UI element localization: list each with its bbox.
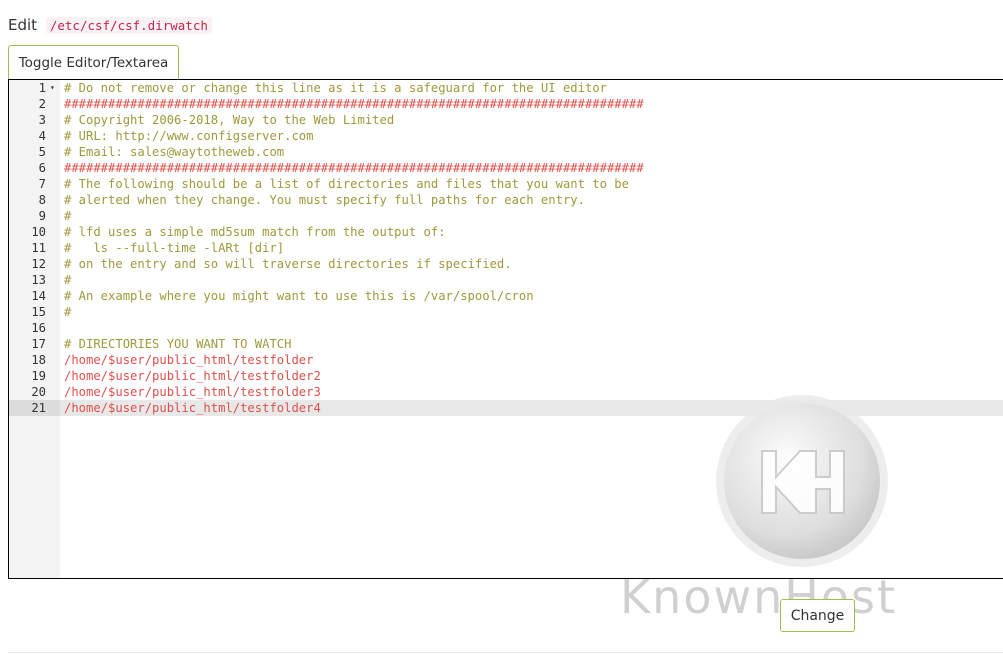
code-line[interactable]: 12 # on the entry and so will traverse di… (9, 256, 1003, 272)
code-line[interactable]: 20/home/$user/public_html/testfolder3 (9, 384, 1003, 400)
toggle-editor-button[interactable]: Toggle Editor/Textarea (8, 45, 179, 79)
line-number: 6 (38, 161, 46, 175)
code-line[interactable]: 21/home/$user/public_html/testfolder4 (9, 400, 1003, 416)
code-text: # (64, 305, 72, 319)
code-text: # Email: sales@waytotheweb.com (64, 145, 285, 159)
code-text: # An example where you might want to use… (64, 289, 534, 303)
code-line[interactable]: 5 # Email: sales@waytotheweb.com (9, 144, 1003, 160)
line-number: 16 (31, 321, 46, 335)
line-number: 2 (38, 97, 46, 111)
code-text: # (64, 209, 72, 223)
code-editor[interactable]: 1 ▾ # Do not remove or change this line as… (8, 79, 1003, 579)
code-line[interactable]: 9 # (9, 208, 1003, 224)
line-number: 10 (31, 225, 46, 239)
code-text: ########################################… (64, 161, 644, 175)
code-text: # URL: http://www.configserver.com (64, 129, 314, 143)
line-number: 17 (31, 337, 46, 351)
code-text: # alerted when they change. You must spe… (64, 193, 585, 207)
line-number: 19 (31, 369, 46, 383)
editor-lines[interactable]: 1 ▾ # Do not remove or change this line as… (9, 80, 1003, 416)
page: Edit /etc/csf/csf.dirwatch Toggle Editor… (0, 0, 1003, 664)
edit-heading: Edit /etc/csf/csf.dirwatch (8, 16, 212, 34)
line-number: 20 (31, 385, 46, 399)
line-number: 11 (31, 241, 46, 255)
code-text: # The following should be a list of dire… (64, 177, 629, 191)
line-number: 7 (38, 177, 46, 191)
code-text: # ls --full-time -lARt [dir] (64, 241, 285, 255)
code-line[interactable]: 3 # Copyright 2006-2018, Way to the Web L… (9, 112, 1003, 128)
code-line[interactable]: 13 # (9, 272, 1003, 288)
line-number: 8 (38, 193, 46, 207)
code-text: # DIRECTORIES YOU WANT TO WATCH (64, 337, 292, 351)
line-number: 12 (31, 257, 46, 271)
line-number: 5 (38, 145, 46, 159)
code-line[interactable]: 16 (9, 320, 1003, 336)
line-number: 14 (31, 289, 46, 303)
file-path: /etc/csf/csf.dirwatch (45, 17, 212, 34)
code-line[interactable]: 19/home/$user/public_html/testfolder2 (9, 368, 1003, 384)
code-line[interactable]: 10 # lfd uses a simple md5sum match from … (9, 224, 1003, 240)
code-line[interactable]: 14 # An example where you might want to u… (9, 288, 1003, 304)
line-number: 13 (31, 273, 46, 287)
line-number: 18 (31, 353, 46, 367)
code-text: # Copyright 2006-2018, Way to the Web Li… (64, 113, 395, 127)
line-number: 4 (38, 129, 46, 143)
code-text: /home/$user/public_html/testfolder4 (64, 401, 321, 415)
fold-toggle-icon[interactable]: ▾ (50, 80, 55, 96)
code-text: /home/$user/public_html/testfolder3 (64, 385, 321, 399)
code-line[interactable]: 2 #######################################… (9, 96, 1003, 112)
code-text: /home/$user/public_html/testfolder2 (64, 369, 321, 383)
code-text: /home/$user/public_html/testfolder (64, 353, 314, 367)
code-line[interactable]: 18/home/$user/public_html/testfolder (9, 352, 1003, 368)
code-text: # on the entry and so will traverse dire… (64, 257, 512, 271)
divider (8, 652, 1003, 653)
code-text: ########################################… (64, 97, 644, 111)
code-line[interactable]: 6 #######################################… (9, 160, 1003, 176)
line-number: 15 (31, 305, 46, 319)
code-line[interactable]: 15 # (9, 304, 1003, 320)
change-button[interactable]: Change (780, 599, 855, 632)
code-line[interactable]: 1 ▾ # Do not remove or change this line as… (9, 80, 1003, 96)
line-number: 21 (9, 400, 60, 416)
code-line[interactable]: 8 # alerted when they change. You must sp… (9, 192, 1003, 208)
code-text: # Do not remove or change this line as i… (64, 81, 607, 95)
code-line[interactable]: 4 # URL: http://www.configserver.com (9, 128, 1003, 144)
edit-label: Edit (8, 16, 38, 34)
line-number: 3 (38, 113, 46, 127)
code-line[interactable]: 17 # DIRECTORIES YOU WANT TO WATCH (9, 336, 1003, 352)
line-number: 9 (38, 209, 46, 223)
code-text: # (64, 273, 72, 287)
code-text: # lfd uses a simple md5sum match from th… (64, 225, 446, 239)
code-line[interactable]: 7 # The following should be a list of dir… (9, 176, 1003, 192)
code-line[interactable]: 11 # ls --full-time -lARt [dir] (9, 240, 1003, 256)
